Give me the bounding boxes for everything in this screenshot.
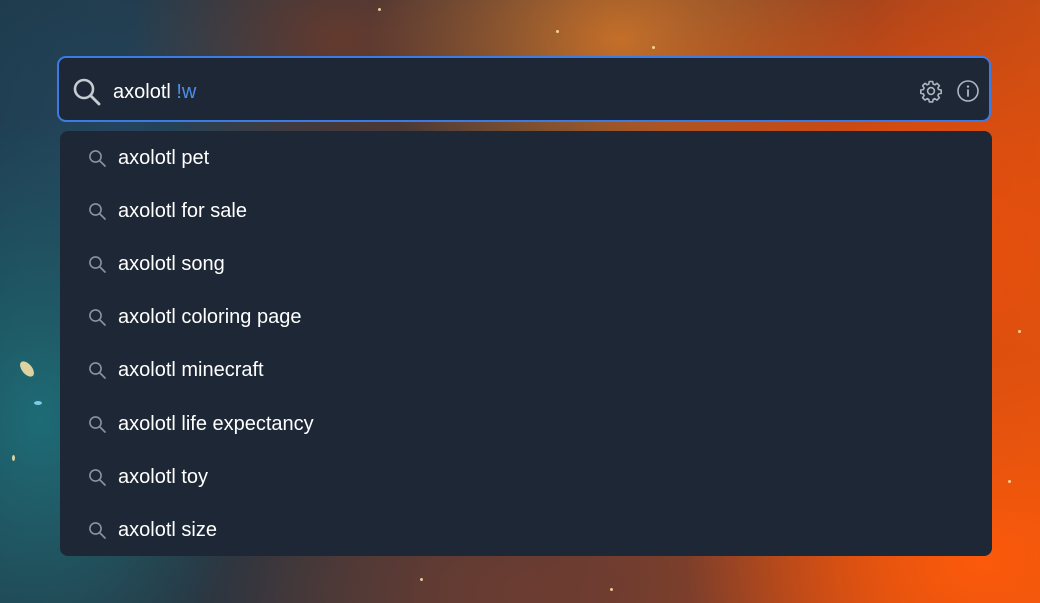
suggestion-label: axolotl minecraft: [118, 359, 264, 381]
search-icon: [89, 362, 106, 379]
query-text: axolotl: [113, 81, 177, 103]
search-icon: [89, 522, 106, 539]
suggestion-item[interactable]: axolotl size: [60, 503, 992, 556]
background-speck: [1008, 480, 1011, 483]
suggestion-label: axolotl for sale: [118, 200, 247, 222]
suggestion-label: axolotl toy: [118, 466, 209, 488]
info-icon[interactable]: [956, 79, 980, 103]
suggestion-label: axolotl coloring page: [118, 306, 302, 328]
background-speck: [34, 401, 42, 405]
background-speck: [17, 358, 37, 380]
suggestion-item[interactable]: axolotl pet: [60, 131, 992, 184]
suggestion-item[interactable]: axolotl for sale: [60, 184, 992, 237]
suggestion-item[interactable]: axolotl song: [60, 237, 992, 290]
background-speck: [652, 46, 655, 49]
gear-icon[interactable]: [919, 79, 943, 103]
background-speck: [1018, 330, 1021, 333]
search-icon: [89, 309, 106, 326]
background-speck: [378, 8, 381, 11]
background-speck: [610, 588, 613, 591]
search-icon: [89, 469, 106, 486]
search-icon: [73, 78, 101, 106]
search-icon: [89, 150, 106, 167]
suggestion-item[interactable]: axolotl life expectancy: [60, 397, 992, 450]
suggestion-item[interactable]: axolotl minecraft: [60, 343, 992, 396]
background-speck: [556, 30, 559, 33]
suggestion-label: axolotl life expectancy: [118, 413, 314, 435]
search-input[interactable]: axolotl !w: [113, 80, 196, 104]
background-speck: [420, 578, 423, 581]
suggestion-label: axolotl pet: [118, 147, 210, 169]
suggestions-dropdown: axolotl pet axolotl for sale axolotl son…: [60, 131, 992, 556]
suggestion-item[interactable]: axolotl coloring page: [60, 290, 992, 343]
search-icon: [89, 256, 106, 273]
background-speck: [12, 455, 15, 461]
suggestion-label: axolotl song: [118, 253, 225, 275]
search-icon: [89, 416, 106, 433]
suggestion-item[interactable]: axolotl toy: [60, 450, 992, 503]
suggestion-label: axolotl size: [118, 519, 217, 541]
search-bar[interactable]: axolotl !w: [57, 56, 991, 122]
search-icon: [89, 203, 106, 220]
query-bang: !w: [176, 81, 197, 103]
